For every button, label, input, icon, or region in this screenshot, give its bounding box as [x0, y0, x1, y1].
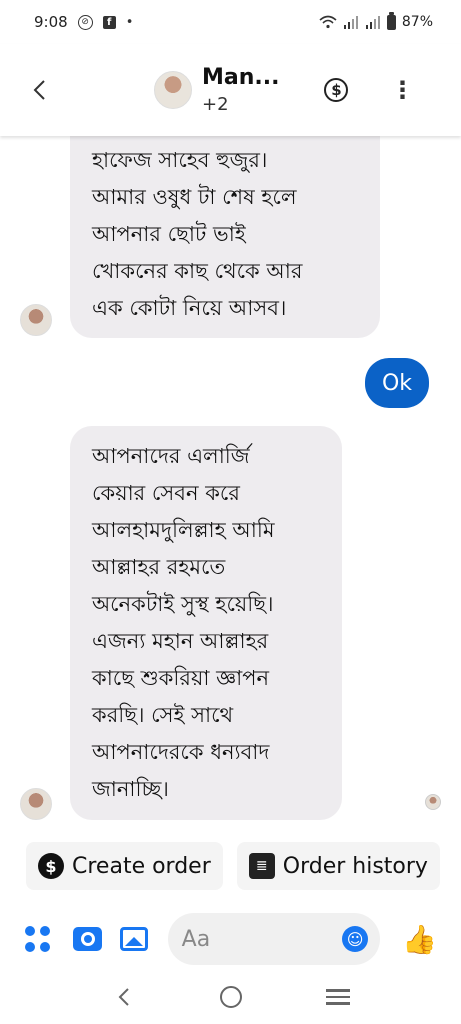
signal-icon: [343, 15, 359, 29]
sender-avatar[interactable]: [20, 304, 52, 336]
message-line: অনেকটাই সুস্থ হয়েছি।: [92, 592, 274, 616]
seen-indicator-avatar: [425, 794, 441, 810]
battery-icon: [386, 11, 396, 30]
contact-info[interactable]: Man... +2: [202, 65, 279, 115]
composer: Aa ☺ 👍: [0, 910, 461, 968]
back-icon[interactable]: [22, 73, 56, 107]
status-left: 9:08 ⊘ f •: [34, 13, 133, 31]
message-placeholder: Aa: [181, 926, 211, 952]
nav-back-icon[interactable]: [104, 977, 144, 1017]
facebook-icon: f: [102, 15, 116, 29]
dollar-icon[interactable]: $: [324, 78, 349, 102]
message-line: কাছে শুকরিয়া জ্ঞাপন: [92, 666, 270, 690]
system-nav-bar: [0, 970, 461, 1024]
contact-name: Man...: [202, 65, 280, 90]
quick-actions: $ Create order ≣ Order history: [26, 842, 440, 890]
message-list: হাফেজ সাহেব হুজুর। আমার ওষুধ টা শেষ হলে …: [0, 136, 461, 836]
sender-avatar[interactable]: [20, 788, 52, 820]
message-line: খোকনের কাছ থেকে আর: [92, 259, 303, 283]
status-time: 9:08: [34, 13, 68, 31]
message-line: আপনাদের এলার্জি: [92, 444, 250, 468]
wifi-icon: [319, 15, 337, 29]
emoji-icon[interactable]: ☺: [342, 926, 369, 952]
like-icon[interactable]: 👍: [402, 923, 437, 956]
message-line: আপনার ছোট ভাই: [92, 222, 246, 246]
nav-recents-icon[interactable]: [318, 977, 358, 1017]
sent-message[interactable]: Ok: [365, 358, 429, 408]
create-order-label: Create order: [72, 853, 211, 879]
received-message[interactable]: হাফেজ সাহেব হুজুর। আমার ওষুধ টা শেষ হলে …: [70, 136, 380, 338]
dollar-icon: $: [38, 853, 64, 879]
battery-percent: 87%: [401, 14, 433, 30]
message-line: আমার ওষুধ টা শেষ হলে: [92, 185, 297, 209]
message-line: আলহামদুলিল্লাহ আমি: [92, 518, 275, 542]
dnd-icon: ⊘: [77, 14, 93, 30]
order-history-label: Order history: [282, 853, 428, 879]
participant-count: +2: [202, 94, 229, 115]
chat-header: Man... +2 $ ⋮: [0, 44, 461, 136]
message-line: এজন্য মহান আল্লাহর: [92, 629, 269, 653]
contact-avatar[interactable]: [154, 71, 192, 109]
status-right: 87%: [319, 11, 433, 30]
message-input[interactable]: Aa ☺: [167, 913, 381, 965]
image-icon[interactable]: [120, 927, 148, 951]
message-line: এক কোটা নিয়ে আসব।: [92, 296, 287, 320]
create-order-button[interactable]: $ Create order: [26, 842, 223, 890]
status-bar: 9:08 ⊘ f • 87%: [0, 0, 461, 44]
order-history-button[interactable]: ≣ Order history: [236, 842, 440, 890]
nav-home-icon[interactable]: [211, 977, 251, 1017]
message-line: করছি। সেই সাথে: [92, 703, 234, 727]
dot-icon: •: [125, 14, 134, 30]
received-message[interactable]: আপনাদের এলার্জি কেয়ার সেবন করে আলহামদুল…: [70, 426, 342, 820]
message-line: কেয়ার সেবন করে: [92, 481, 240, 505]
message-line: জানাচ্ছি।: [92, 777, 169, 801]
signal-icon-2: [365, 15, 381, 29]
camera-icon[interactable]: [73, 927, 103, 951]
message-line: হাফেজ সাহেব হুজুর।: [92, 148, 268, 172]
message-line: আল্লাহর রহমতে: [92, 555, 226, 579]
message-line: আপনাদেরকে ধন্যবাদ: [92, 740, 270, 764]
apps-icon[interactable]: [24, 925, 51, 953]
order-list-icon: ≣: [248, 853, 275, 879]
more-icon[interactable]: ⋮: [390, 76, 414, 104]
